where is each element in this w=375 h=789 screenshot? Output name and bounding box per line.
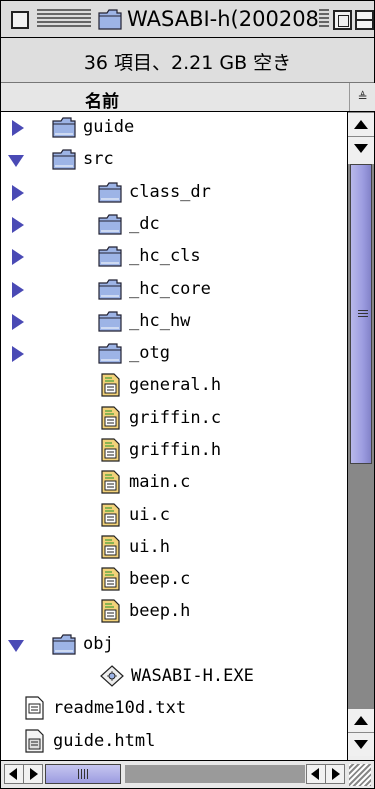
list-item[interactable]: ui.c bbox=[1, 500, 347, 532]
folder-icon bbox=[51, 146, 77, 172]
item-name: _dc bbox=[129, 214, 160, 234]
list-item[interactable]: obj bbox=[1, 629, 347, 661]
list-item[interactable]: beep.c bbox=[1, 564, 347, 596]
disclosure-triangle-icon[interactable] bbox=[12, 249, 24, 265]
folder-icon bbox=[97, 340, 123, 366]
list-item[interactable]: guide bbox=[1, 112, 347, 144]
list-item[interactable]: readme10d.txt bbox=[1, 693, 347, 725]
list-item[interactable]: _hc_hw bbox=[1, 306, 347, 338]
column-header: 名前 ≜ bbox=[1, 83, 375, 112]
item-name: _hc_cls bbox=[129, 246, 201, 266]
title-stripes-right bbox=[319, 9, 329, 29]
sort-direction-button[interactable]: ≜ bbox=[349, 83, 375, 111]
text-file-icon bbox=[21, 695, 47, 721]
list-item[interactable]: WASABI-H.EXE bbox=[1, 661, 347, 693]
collapse-box[interactable] bbox=[355, 10, 374, 30]
list-item[interactable]: general.h bbox=[1, 370, 347, 402]
source-file-icon bbox=[97, 469, 123, 495]
list-item[interactable]: _dc bbox=[1, 209, 347, 241]
window-title: WASABI-h(200208… bbox=[127, 7, 323, 31]
file-list: guide src class_dr _dc _hc_cls _hc_core _hc_hw… bbox=[1, 112, 347, 760]
folder-icon bbox=[97, 243, 123, 269]
folder-icon bbox=[97, 179, 123, 205]
item-name: _hc_core bbox=[129, 279, 211, 299]
folder-icon bbox=[51, 631, 77, 657]
info-bar: 36 項目、2.21 GB 空き bbox=[1, 38, 374, 83]
folder-icon bbox=[97, 211, 123, 237]
title-bar[interactable]: WASABI-h(200208… bbox=[1, 1, 374, 38]
scroll-left-button-end[interactable] bbox=[306, 764, 326, 784]
folder-icon bbox=[97, 308, 123, 334]
item-name: WASABI-H.EXE bbox=[131, 666, 254, 686]
disclosure-triangle-icon[interactable] bbox=[12, 282, 24, 298]
finder-window: WASABI-h(200208… 36 項目、2.21 GB 空き 名前 ≜ g… bbox=[0, 0, 375, 789]
resize-grip[interactable] bbox=[349, 764, 371, 786]
list-item[interactable]: main.c bbox=[1, 467, 347, 499]
item-name: beep.h bbox=[129, 601, 191, 621]
item-name: main.c bbox=[129, 472, 191, 492]
item-name: class_dr bbox=[129, 182, 211, 202]
grip-icon bbox=[358, 310, 368, 318]
scroll-up-button-top[interactable] bbox=[348, 112, 374, 136]
disclosure-triangle-icon[interactable] bbox=[12, 346, 24, 362]
scroll-up-button[interactable] bbox=[348, 708, 374, 732]
item-name: general.h bbox=[129, 375, 222, 395]
vertical-scrollbar[interactable] bbox=[347, 112, 374, 760]
disclosure-triangle-expanded-icon[interactable] bbox=[8, 155, 24, 167]
item-name: guide.html bbox=[53, 731, 156, 751]
item-name: griffin.h bbox=[129, 440, 222, 460]
source-file-icon bbox=[97, 405, 123, 431]
list-item[interactable]: griffin.c bbox=[1, 403, 347, 435]
folder-icon bbox=[97, 276, 123, 302]
item-name: ui.h bbox=[129, 537, 170, 557]
item-name: src bbox=[83, 149, 114, 169]
source-file-icon bbox=[97, 502, 123, 528]
list-item[interactable]: class_dr bbox=[1, 177, 347, 209]
list-item[interactable]: guide.html bbox=[1, 726, 347, 758]
list-item[interactable]: beep.h bbox=[1, 596, 347, 628]
source-file-icon bbox=[97, 534, 123, 560]
list-item[interactable]: _hc_cls bbox=[1, 241, 347, 273]
title-stripes bbox=[37, 9, 91, 29]
disclosure-triangle-icon[interactable] bbox=[12, 185, 24, 201]
item-name: readme10d.txt bbox=[53, 698, 187, 718]
folder-icon bbox=[98, 9, 122, 30]
disclosure-triangle-icon[interactable] bbox=[12, 314, 24, 330]
html-file-icon bbox=[21, 728, 47, 754]
scroll-left-button[interactable] bbox=[4, 764, 24, 784]
item-name: obj bbox=[83, 634, 114, 654]
item-name: beep.c bbox=[129, 569, 191, 589]
horizontal-scrollbar[interactable] bbox=[1, 760, 374, 788]
source-file-icon bbox=[97, 598, 123, 624]
scroll-down-button[interactable] bbox=[348, 732, 374, 756]
scroll-down-button-top[interactable] bbox=[348, 136, 374, 160]
item-name: ui.c bbox=[129, 505, 170, 525]
item-count-text: 36 項目、2.21 GB 空き bbox=[83, 52, 292, 74]
folder-icon bbox=[51, 114, 77, 140]
close-box[interactable] bbox=[11, 11, 29, 29]
item-name: griffin.c bbox=[129, 408, 222, 428]
h-scroll-track[interactable] bbox=[125, 765, 305, 783]
list-item[interactable]: griffin.h bbox=[1, 435, 347, 467]
source-file-icon bbox=[97, 372, 123, 398]
disclosure-triangle-icon[interactable] bbox=[12, 217, 24, 233]
application-icon bbox=[99, 663, 125, 689]
item-name: _otg bbox=[129, 343, 170, 363]
source-file-icon bbox=[97, 566, 123, 592]
disclosure-triangle-expanded-icon[interactable] bbox=[8, 640, 24, 652]
scroll-right-button[interactable] bbox=[23, 764, 43, 784]
disclosure-triangle-icon[interactable] bbox=[12, 120, 24, 136]
source-file-icon bbox=[97, 437, 123, 463]
h-scroll-thumb[interactable] bbox=[45, 764, 121, 784]
item-name: _hc_hw bbox=[129, 311, 191, 331]
name-column-header[interactable]: 名前 bbox=[85, 87, 119, 112]
scroll-right-button-end[interactable] bbox=[325, 764, 345, 784]
scroll-thumb[interactable] bbox=[350, 164, 372, 464]
list-item[interactable]: _hc_core bbox=[1, 274, 347, 306]
zoom-box[interactable] bbox=[333, 10, 352, 30]
item-name: guide bbox=[83, 117, 135, 137]
list-item[interactable]: ui.h bbox=[1, 532, 347, 564]
list-item[interactable]: src bbox=[1, 144, 347, 176]
list-item[interactable]: _otg bbox=[1, 338, 347, 370]
